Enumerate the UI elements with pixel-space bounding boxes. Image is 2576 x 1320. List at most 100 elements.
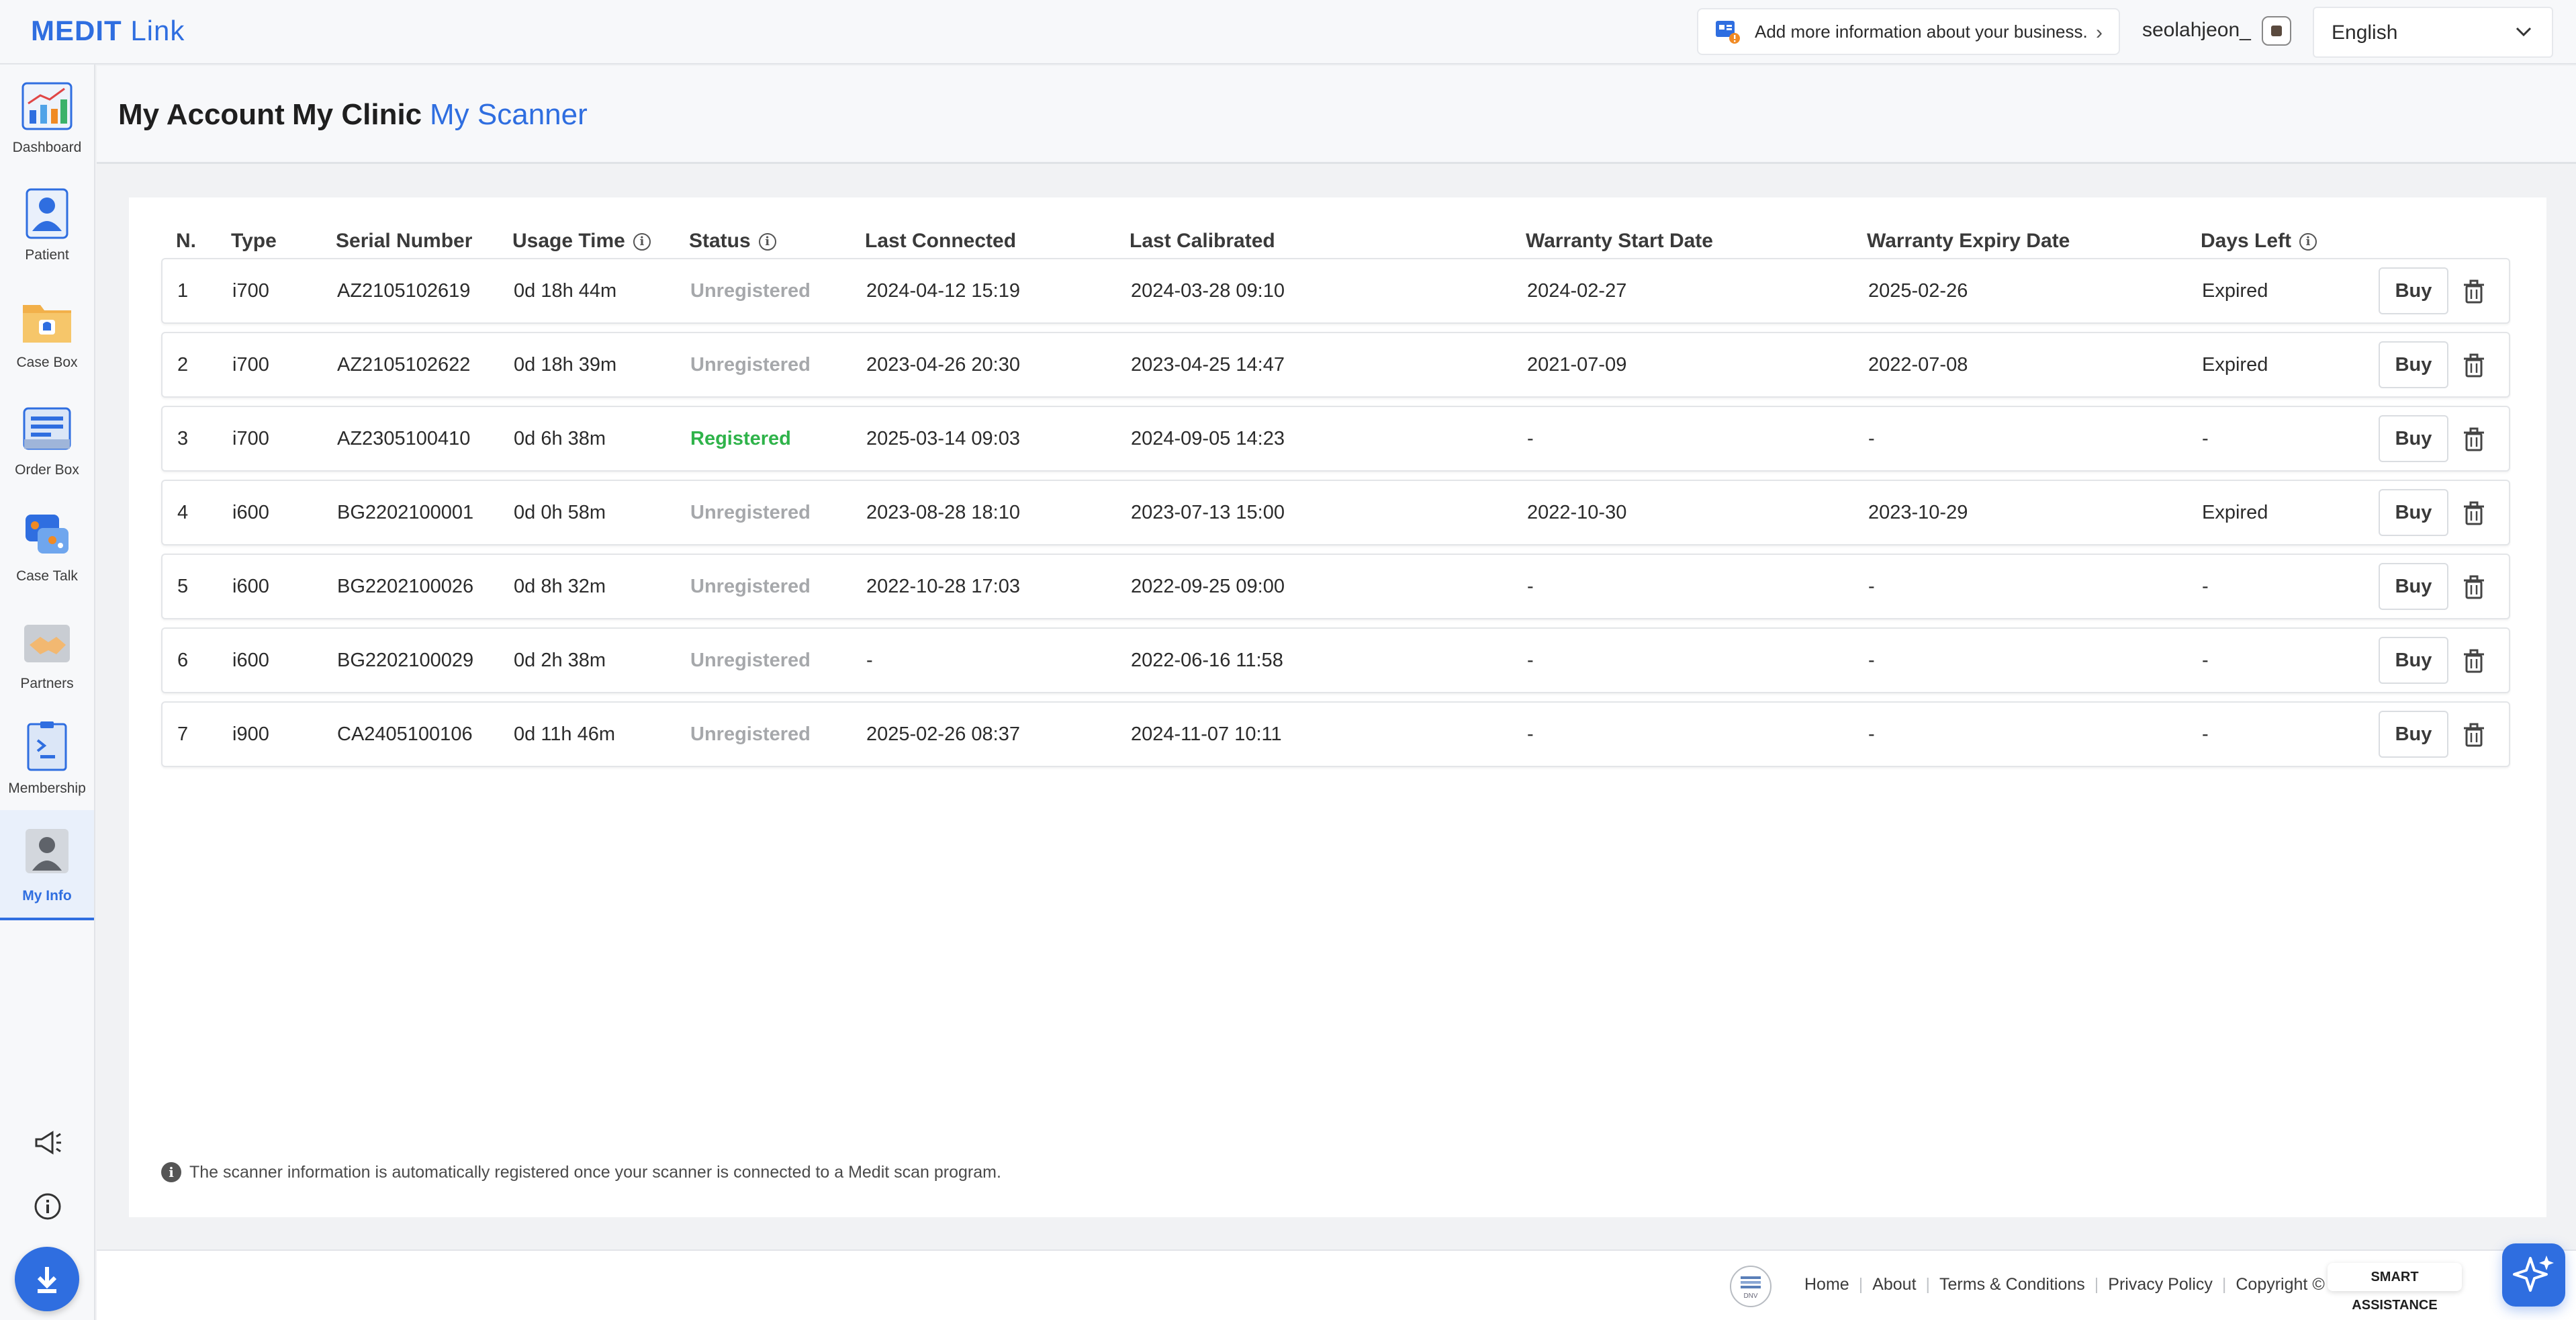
cell-warranty-start: - [1527, 650, 1534, 671]
download-button[interactable] [15, 1247, 79, 1311]
business-info-banner[interactable]: Add more information about your business… [1697, 8, 2120, 55]
dnv-badge: DNV [1730, 1266, 1772, 1307]
logo-subtext: Link [130, 15, 185, 46]
cell-n: 2 [177, 354, 189, 376]
order-box-icon [20, 402, 74, 455]
cell-usage: 0d 2h 38m [514, 650, 606, 671]
username[interactable]: seolahjeon_ [2142, 19, 2251, 42]
info-icon[interactable]: i [758, 233, 776, 251]
buy-button[interactable]: Buy [2379, 637, 2448, 684]
cell-n: 4 [177, 502, 189, 523]
cell-type: i600 [232, 502, 269, 523]
cell-last-connected: - [866, 650, 873, 671]
sidebar-item-membership[interactable]: Membership [0, 712, 94, 813]
col-header-days-left-label: Days Left [2201, 230, 2292, 252]
footnote-text: The scanner information is automatically… [189, 1162, 1001, 1182]
language-value: English [2332, 21, 2398, 44]
cell-status: Unregistered [690, 502, 811, 523]
sidebar-item-my-info[interactable]: My Info [0, 810, 94, 920]
megaphone-icon[interactable] [32, 1127, 63, 1158]
cell-status: Registered [690, 428, 791, 449]
cell-warranty-expiry: 2022-07-08 [1868, 354, 1968, 376]
sidebar-item-partners[interactable]: Partners [0, 607, 94, 708]
cell-status: Unregistered [690, 650, 811, 671]
footer-link-privacy[interactable]: Privacy Policy [2108, 1275, 2213, 1294]
download-icon [37, 1267, 57, 1293]
table-header: N. Type Serial Number Usage Time i Status… [161, 216, 2512, 263]
cell-warranty-start: 2021-07-09 [1527, 354, 1627, 376]
top-header: MEDIT Link Add more information about yo… [0, 0, 2576, 64]
cell-n: 6 [177, 650, 189, 671]
footer-link-terms[interactable]: Terms & Conditions [1939, 1275, 2085, 1294]
trash-icon[interactable] [2460, 721, 2487, 748]
cell-last-connected: 2023-04-26 20:30 [866, 354, 1020, 376]
trash-icon[interactable] [2460, 574, 2487, 601]
sidebar-item-label: My Info [22, 888, 72, 904]
trash-icon[interactable] [2460, 352, 2487, 379]
cell-serial: BG2202100026 [337, 576, 474, 597]
cell-days-left: Expired [2202, 280, 2268, 302]
cell-last-connected: 2025-03-14 09:03 [866, 428, 1020, 449]
cell-type: i700 [232, 354, 269, 376]
col-header-usage-label: Usage Time [512, 230, 625, 252]
cell-serial: AZ2105102622 [337, 354, 471, 376]
col-header-serial: Serial Number [336, 230, 473, 252]
cell-type: i600 [232, 650, 269, 671]
cell-last-calibrated: 2024-11-07 10:11 [1131, 723, 1282, 745]
info-filled-icon: i [161, 1162, 181, 1182]
cell-last-calibrated: 2023-07-13 15:00 [1131, 502, 1285, 523]
cell-n: 5 [177, 576, 189, 597]
trash-icon[interactable] [2460, 278, 2487, 305]
buy-button[interactable]: Buy [2379, 341, 2448, 388]
cell-type: i600 [232, 576, 269, 597]
avatar[interactable] [2262, 16, 2291, 46]
tab-my-clinic[interactable]: My Clinic [292, 98, 422, 132]
cell-warranty-expiry: 2025-02-26 [1868, 280, 1968, 302]
tab-my-scanner[interactable]: My Scanner [430, 98, 588, 132]
language-select[interactable]: English [2313, 7, 2553, 58]
cell-last-connected: 2024-04-12 15:19 [866, 280, 1020, 302]
buy-button[interactable]: Buy [2379, 267, 2448, 314]
col-header-warranty-expiry: Warranty Expiry Date [1867, 230, 2070, 252]
trash-icon[interactable] [2460, 426, 2487, 453]
cell-status: Unregistered [690, 723, 811, 745]
footer-link-about[interactable]: About [1872, 1275, 1916, 1294]
sidebar-item-case-box[interactable]: Case Box [0, 286, 94, 387]
smart-assistance-button[interactable] [2502, 1243, 2565, 1307]
case-talk-icon [20, 508, 74, 562]
buy-button[interactable]: Buy [2379, 711, 2448, 758]
cell-warranty-expiry: - [1868, 576, 1875, 597]
cell-days-left: - [2202, 650, 2209, 671]
dnv-badge-label: DNV [1743, 1292, 1758, 1300]
sidebar-item-case-talk[interactable]: Case Talk [0, 500, 94, 601]
logo-text: MEDIT [31, 15, 122, 46]
sidebar-item-order-box[interactable]: Order Box [0, 394, 94, 494]
business-card-icon [1714, 18, 1741, 45]
buy-button[interactable]: Buy [2379, 489, 2448, 536]
dashboard-icon [20, 79, 74, 133]
tab-my-account[interactable]: My Account [118, 98, 285, 132]
trash-icon[interactable] [2460, 648, 2487, 674]
trash-icon[interactable] [2460, 500, 2487, 527]
sidebar-item-patient[interactable]: Patient [0, 179, 94, 279]
sidebar-item-dashboard[interactable]: Dashboard [0, 71, 94, 172]
cell-last-calibrated: 2024-03-28 09:10 [1131, 280, 1285, 302]
table-row: 2 i700 AZ2105102622 0d 18h 39m Unregistered 2… [161, 332, 2510, 398]
cell-days-left: - [2202, 723, 2209, 745]
cell-warranty-start: - [1527, 428, 1534, 449]
cell-last-connected: 2025-02-26 08:37 [866, 723, 1020, 745]
info-icon[interactable]: i [2299, 233, 2317, 251]
info-icon[interactable]: i [633, 233, 651, 251]
buy-button[interactable]: Buy [2379, 415, 2448, 462]
sidebar-item-label: Case Box [16, 355, 78, 370]
sidebar-item-label: Patient [25, 247, 69, 263]
business-banner-text: Add more information about your business… [1755, 21, 2088, 42]
cell-type: i700 [232, 428, 269, 449]
smart-assistance-label[interactable]: SMART ASSISTANCE [2328, 1263, 2462, 1313]
app-logo[interactable]: MEDIT Link [31, 15, 185, 47]
info-icon[interactable] [32, 1191, 63, 1222]
footer-link-home[interactable]: Home [1804, 1275, 1849, 1294]
cell-last-calibrated: 2022-06-16 11:58 [1131, 650, 1283, 671]
col-header-type: Type [231, 230, 277, 252]
buy-button[interactable]: Buy [2379, 563, 2448, 610]
